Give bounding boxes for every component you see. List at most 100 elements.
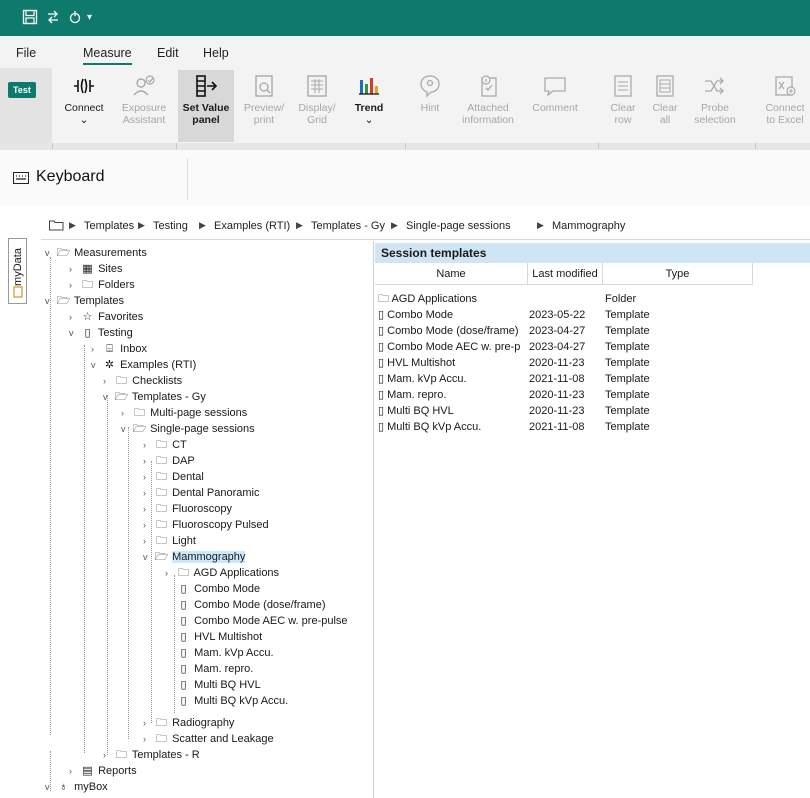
tree-node-mammography[interactable]: v 🗁 Mammography	[143, 549, 246, 565]
column-header-last-modified[interactable]: Last modified	[528, 263, 603, 285]
comment-icon	[544, 77, 566, 97]
menu-help[interactable]: Help	[203, 46, 229, 60]
tree-node-single-page[interactable]: v 🗁 Single-page sessions	[121, 421, 255, 437]
test-badge[interactable]: Test	[8, 82, 36, 98]
table-row[interactable]: ▯ HVL Multishot 2020-11-23 Template	[375, 355, 810, 371]
tree-node-hvl-multishot[interactable]: ▯ HVL Multishot	[176, 629, 262, 645]
table-row[interactable]: ▯ Multi BQ HVL 2020-11-23 Template	[375, 403, 810, 419]
tree-node-mybox[interactable]: v ♁ myBox	[45, 779, 108, 795]
tree-node-agd-applications[interactable]: › 🗀 AGD Applications	[165, 565, 279, 581]
tree-node-inbox[interactable]: › ⌸ Inbox	[91, 341, 147, 357]
tree-node-light[interactable]: › 🗀 Light	[143, 533, 196, 549]
tree-node-dental[interactable]: › 🗀 Dental	[143, 469, 204, 485]
row-modified: 2020-11-23	[529, 389, 585, 401]
keyboard-panel-box[interactable]: Keyboard	[8, 158, 188, 200]
tree-node-combo-mode-aec[interactable]: ▯ Combo Mode AEC w. pre-pulse	[176, 613, 347, 629]
save-icon[interactable]	[22, 9, 38, 29]
table-row[interactable]: ▯ Mam. repro. 2020-11-23 Template	[375, 387, 810, 403]
tree-node-radiography[interactable]: › 🗀 Radiography	[143, 715, 234, 731]
tree-node-sites[interactable]: › ▦ Sites	[69, 261, 123, 277]
tree-node-multi-page[interactable]: › 🗀 Multi-page sessions	[121, 405, 247, 421]
tree-node-folders[interactable]: › 🗀 Folders	[69, 277, 135, 293]
clear-row-label2: row	[614, 114, 632, 126]
table-row[interactable]: ▯ Combo Mode AEC w. pre-p 2023-04-27 Tem…	[375, 339, 810, 355]
customize-icon[interactable]	[67, 9, 83, 29]
breadcrumb-examples[interactable]: Examples (RTI)	[214, 220, 290, 232]
breadcrumb-testing[interactable]: Testing	[153, 220, 188, 232]
mydata-side-tab[interactable]: myData	[8, 238, 27, 304]
clear-all-button[interactable]: Clear all	[646, 70, 684, 142]
breadcrumb-mammography[interactable]: Mammography	[552, 220, 625, 232]
breadcrumb-single-page[interactable]: Single-page sessions	[406, 220, 511, 232]
comment-button[interactable]: Comment	[524, 70, 586, 142]
probe-selection-button[interactable]: Probe selection	[688, 70, 742, 142]
row-type: Template	[605, 373, 650, 385]
document-icon: ▯	[378, 389, 385, 401]
row-type: Template	[605, 357, 650, 369]
preview-print-icon	[255, 75, 273, 97]
connect-to-excel-button[interactable]: Connect to Excel	[760, 70, 810, 142]
table-row[interactable]: 🗀 AGD Applications Folder	[375, 291, 810, 307]
tree-node-favorites[interactable]: › ☆ Favorites	[69, 309, 143, 325]
tree-node-mam-kvp[interactable]: ▯ Mam. kVp Accu.	[176, 645, 273, 661]
table-row[interactable]: ▯ Mam. kVp Accu. 2021-11-08 Template	[375, 371, 810, 387]
table-row[interactable]: ▯ Multi BQ kVp Accu. 2021-11-08 Template	[375, 419, 810, 435]
column-header-type[interactable]: Type	[603, 263, 753, 285]
dropdown-arrow-icon[interactable]: ▾	[87, 9, 92, 27]
tree-node-templates-r[interactable]: › 🗀 Templates - R	[103, 747, 200, 763]
tree-node-multi-bq-hvl[interactable]: ▯ Multi BQ HVL	[176, 677, 260, 693]
breadcrumb-templates[interactable]: Templates	[84, 220, 134, 232]
tree-node-checklists[interactable]: › 🗀 Checklists	[103, 373, 182, 389]
clear-row-button[interactable]: Clear row	[604, 70, 642, 142]
row-name-text: Combo Mode	[387, 309, 454, 321]
tree-node-examples[interactable]: v ✲ Examples (RTI)	[91, 357, 196, 373]
table-row[interactable]: ▯ Combo Mode 2023-05-22 Template	[375, 307, 810, 323]
menu-edit[interactable]: Edit	[157, 46, 179, 60]
tree-node-fluoroscopy[interactable]: › 🗀 Fluoroscopy	[143, 501, 232, 517]
row-name-text: Combo Mode AEC w. pre-p	[387, 341, 521, 353]
hint-button[interactable]: Hint	[408, 70, 452, 142]
tree-node-reports[interactable]: › ▤ Reports	[69, 763, 137, 779]
set-value-panel-button[interactable]: Set Value panel	[178, 70, 234, 142]
information-label: information	[462, 114, 514, 126]
tree-node-mam-repro[interactable]: ▯ Mam. repro.	[176, 661, 253, 677]
connect-button[interactable]: Connect ⌄	[58, 70, 110, 142]
breadcrumb-templates-gy[interactable]: Templates - Gy	[311, 220, 385, 232]
clear-all-label1: Clear	[652, 102, 678, 114]
menu-file[interactable]: File	[16, 46, 36, 60]
tree-node-scatter-leakage[interactable]: › 🗀 Scatter and Leakage	[143, 731, 274, 747]
tree-node-templates-gy[interactable]: v 🗁 Templates - Gy	[103, 389, 206, 405]
tree-node-dental-panoramic[interactable]: › 🗀 Dental Panoramic	[143, 485, 260, 501]
tree-label: Multi-page sessions	[150, 407, 248, 419]
attached-information-button[interactable]: Attached information	[456, 70, 520, 142]
row-name-text: Mam. kVp Accu.	[387, 373, 467, 385]
trend-button[interactable]: Trend ⌄	[346, 70, 392, 142]
tree-node-dap[interactable]: › 🗀 DAP	[143, 453, 195, 469]
tree-node-combo-mode[interactable]: ▯ Combo Mode	[176, 581, 260, 597]
column-header-name[interactable]: Name	[375, 263, 528, 285]
display-grid-button[interactable]: Display/ Grid	[292, 70, 342, 142]
table-row[interactable]: ▯ Combo Mode (dose/frame) 2023-04-27 Tem…	[375, 323, 810, 339]
undo-redo-icon[interactable]	[45, 9, 61, 29]
probe-label: Probe	[700, 102, 730, 114]
panel-label: panel	[192, 114, 220, 126]
row-modified: 2020-11-23	[529, 357, 585, 369]
breadcrumb: ▶ Templates ▶ Testing ▶ Examples (RTI) ▶…	[41, 212, 810, 240]
tree-node-combo-mode-dose[interactable]: ▯ Combo Mode (dose/frame)	[176, 597, 325, 613]
tree-label: Multi BQ kVp Accu.	[194, 695, 289, 707]
exposure-assistant-button[interactable]: Exposure Assistant	[116, 70, 172, 142]
folder-icon: 🗀	[156, 455, 167, 467]
keyboard-title: Keyboard	[36, 168, 105, 185]
tree-node-multi-bq-kvp[interactable]: ▯ Multi BQ kVp Accu.	[176, 693, 288, 709]
row-name: ▯ Mam. kVp Accu.	[378, 371, 528, 387]
tree-node-testing[interactable]: v ▯ Testing	[69, 325, 133, 341]
tree-node-measurements[interactable]: v 🗁 Measurements	[45, 245, 147, 261]
tree-node-fluoroscopy-pulsed[interactable]: › 🗀 Fluoroscopy Pulsed	[143, 517, 269, 533]
folder-icon[interactable]	[49, 219, 64, 234]
document-icon: ▯	[378, 373, 385, 385]
row-name: ▯ Combo Mode AEC w. pre-p	[378, 339, 528, 355]
preview-print-button[interactable]: Preview/ print	[240, 70, 288, 142]
tree-node-templates[interactable]: v 🗁 Templates	[45, 293, 124, 309]
tree-node-ct[interactable]: › 🗀 CT	[143, 437, 187, 453]
menu-measure[interactable]: Measure	[83, 46, 132, 65]
